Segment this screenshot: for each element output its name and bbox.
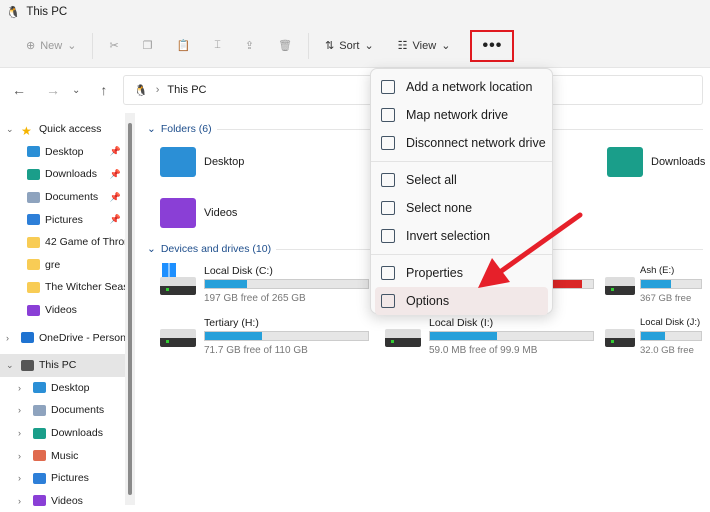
red-arrow-annotation <box>0 0 710 505</box>
